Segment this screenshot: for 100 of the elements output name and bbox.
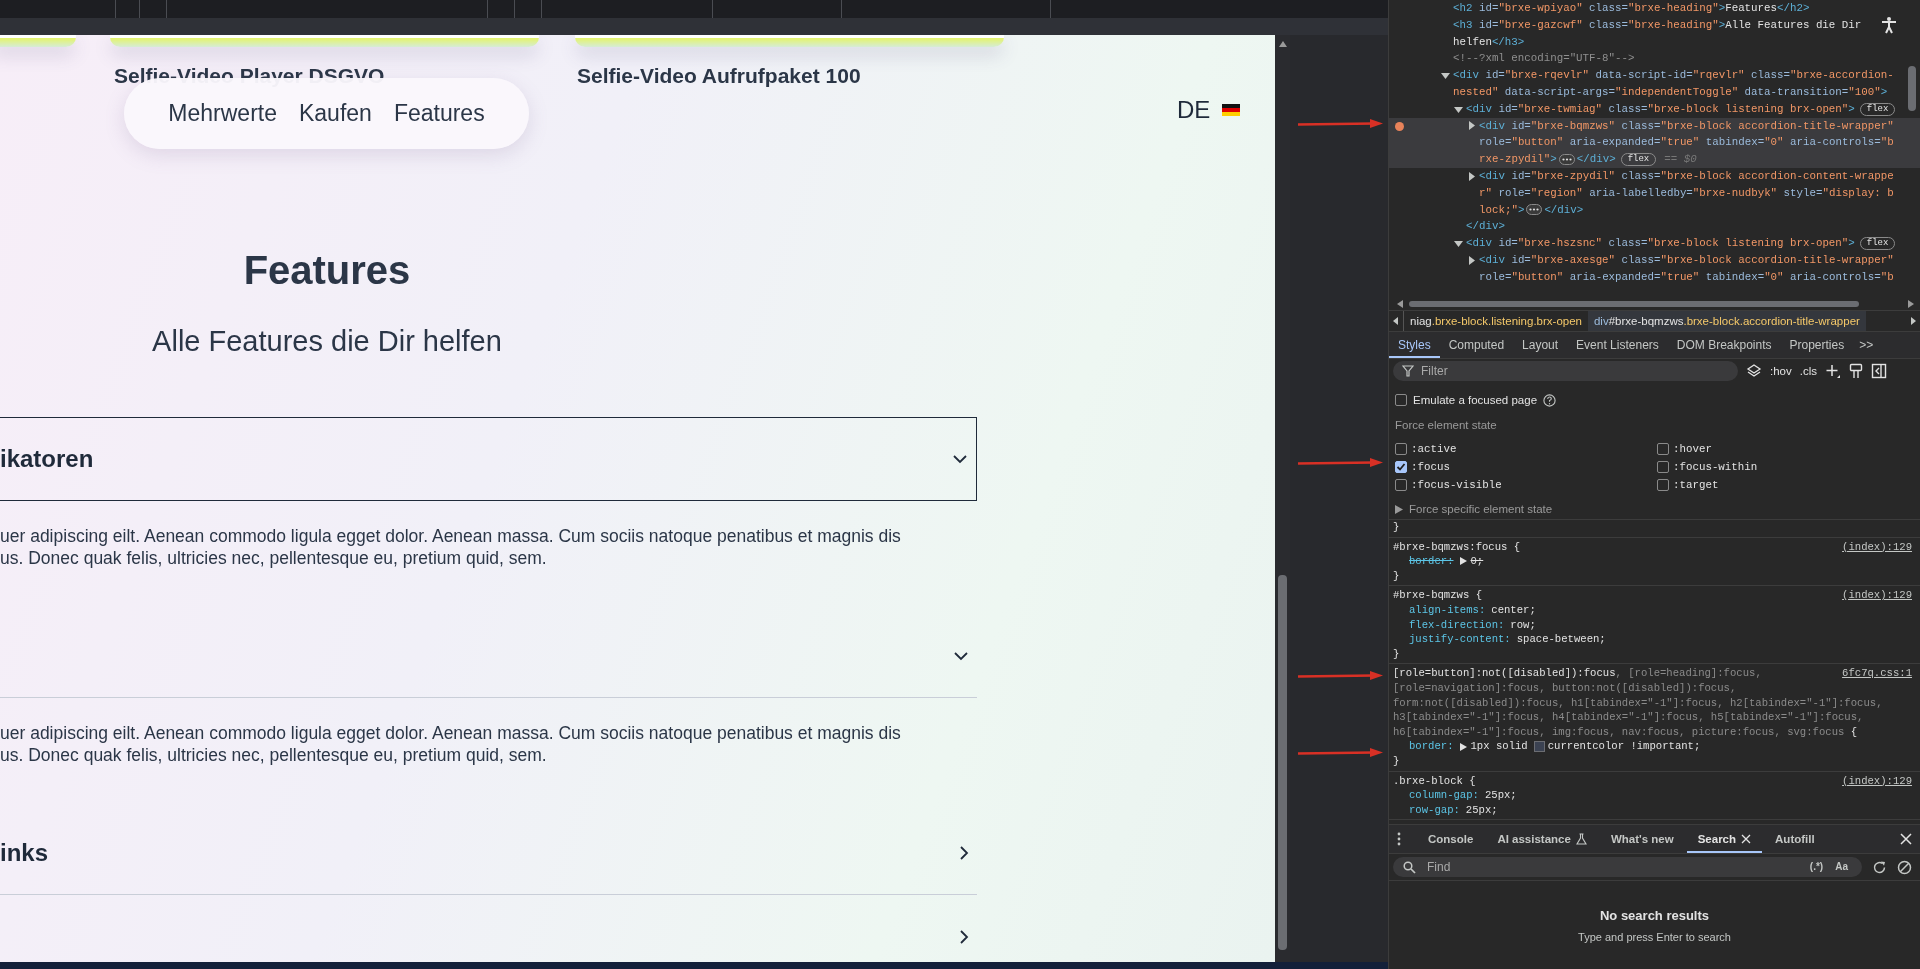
breadcrumb-item[interactable]: div#brxe-bqmzws.brxe-block.accordion-title-wrapper xyxy=(1587,311,1866,331)
source-link[interactable]: (index):129 xyxy=(1842,588,1912,603)
scrollbar[interactable] xyxy=(1275,35,1290,962)
expandable-section[interactable]: Force specific element state xyxy=(1409,503,1553,515)
code-text: </div> xyxy=(1466,219,1505,235)
checkbox[interactable] xyxy=(1657,478,1669,491)
css-selector-line: [role=button]:not([disabled]):focus, [role=heading]:focus, xyxy=(1393,666,1762,681)
css-value: space-between; xyxy=(1516,632,1606,647)
checkbox[interactable] xyxy=(1395,442,1407,455)
class-toggle[interactable]: .cls xyxy=(1799,365,1817,377)
search-icon xyxy=(1403,861,1416,874)
dom-node[interactable]: <!--?xml encoding="UTF-8"--> xyxy=(1389,50,1920,68)
drawer-tab[interactable]: Search xyxy=(1686,825,1763,853)
checkbox[interactable] xyxy=(1395,478,1407,491)
collapsed-triangle-icon[interactable] xyxy=(1395,504,1403,514)
plus-icon[interactable] xyxy=(1825,363,1841,379)
ellipsis-icon[interactable] xyxy=(1526,204,1543,216)
expanded-triangle-icon[interactable] xyxy=(1441,71,1450,81)
code-text: role="button" aria-expanded="true" tabindex="0" aria-controls="b xyxy=(1479,135,1894,151)
dom-node[interactable]: <div id="brxe-bqmzws" class="brxe-block accordion-title-wrapper" role="button" aria-expanded="true" tabindex="0" aria-controls="b rxe-zpydil"> </div> flex == $0 xyxy=(1389,117,1920,168)
collapsed-triangle-icon[interactable] xyxy=(1467,121,1476,131)
css-selector-line: h3[tabindex="-1"]:focus, h4[tabindex="-1"]:focus, h5[tabindex="-1"]:focus, xyxy=(1393,710,1864,725)
checkbox-label: :active xyxy=(1411,442,1457,455)
source-link[interactable]: (index):129 xyxy=(1842,539,1912,555)
scroll-left-icon[interactable] xyxy=(1397,300,1403,308)
expanded-triangle-icon[interactable] xyxy=(1454,239,1463,249)
drawer-tab[interactable]: What's new xyxy=(1599,825,1685,853)
dom-node[interactable]: <div id="brxe-axesge" class="brxe-block accordion-title-wrapper" role="button" aria-expanded="true" tabindex="0" aria-controls="b xyxy=(1389,251,1920,286)
panel-tab[interactable]: Properties xyxy=(1780,332,1854,358)
empty-state-hint: Type and press Enter to search xyxy=(1578,931,1731,943)
regex-toggle[interactable]: (.*) xyxy=(1809,861,1824,872)
language-switcher[interactable]: DE xyxy=(1177,96,1211,124)
accessibility-icon[interactable] xyxy=(1880,16,1898,34)
scroll-right-icon[interactable] xyxy=(1908,300,1914,308)
flask-icon xyxy=(1575,833,1587,845)
clear-icon[interactable] xyxy=(1897,859,1912,875)
css-value: row; xyxy=(1510,617,1536,633)
css-property: border: xyxy=(1409,739,1454,754)
hover-states-toggle[interactable]: :hov xyxy=(1770,365,1792,377)
nav-link[interactable]: Kaufen xyxy=(299,100,372,127)
close-icon[interactable] xyxy=(1741,834,1752,844)
chevron-down-icon xyxy=(953,650,969,661)
nav-link[interactable]: Features xyxy=(393,100,485,127)
collapsed-triangle-icon[interactable] xyxy=(1467,171,1476,181)
checkbox[interactable] xyxy=(1657,442,1669,455)
code-text: <div id="brxe-hszsnc" class="brxe-block listening brx-open"> xyxy=(1466,236,1855,252)
collapsed-triangle-icon[interactable] xyxy=(1467,255,1476,265)
paint-roller-icon[interactable] xyxy=(1849,363,1863,379)
color-swatch[interactable] xyxy=(1533,741,1545,753)
drawer-tab[interactable]: Console xyxy=(1417,825,1485,853)
refresh-icon[interactable] xyxy=(1872,859,1887,875)
source-link[interactable]: 6fc7q.css:1 xyxy=(1842,666,1912,681)
dom-node[interactable]: <div id="brxe-rqevlr" data-script-id="rqevlr" class="brxe-accordion- nested" data-script-args="independentToggle" data-transition="100"> xyxy=(1389,67,1920,101)
dom-node[interactable]: <h2 id="brxe-wpiyao" class="brxe-heading">Features</h2> xyxy=(1389,0,1920,17)
section-heading: Features xyxy=(242,247,412,293)
panel-tab[interactable]: Styles xyxy=(1389,332,1440,358)
ellipsis-icon[interactable] xyxy=(1558,154,1575,166)
checkbox[interactable] xyxy=(1395,460,1407,473)
close-icon[interactable] xyxy=(1900,833,1912,845)
expand-triangle-icon[interactable] xyxy=(1459,557,1467,566)
expanded-triangle-icon[interactable] xyxy=(1454,104,1463,114)
accordion-text: uer adipiscing eilt. Aenean commodo ligula egget dolor. Aenean massa. Cum sociis natoque penatibus et magnis dis us. Donec quak felis, ultricies nec, pellentesque eu, pretium quid, sem. xyxy=(0,722,902,766)
css-value: center; xyxy=(1491,602,1536,618)
accordion-header[interactable]: ikatoren xyxy=(0,417,977,501)
dom-node[interactable]: <div id="brxe-zpydil" class="brxe-block accordion-content-wrappe r" role="region" aria-labelledby="brxe-nudbyk" style="display: b lock;"> </div> xyxy=(1389,167,1920,219)
scroll-up-icon[interactable] xyxy=(1278,41,1287,47)
scrollbar-thumb[interactable] xyxy=(1908,66,1916,111)
filter-field[interactable]: Filter xyxy=(1393,361,1738,381)
scrollbar-thumb[interactable] xyxy=(1278,575,1287,950)
nav-link[interactable]: Mehrwerte xyxy=(168,100,277,127)
layers-icon[interactable] xyxy=(1746,363,1762,379)
more-tabs-button[interactable]: >> xyxy=(1853,332,1880,358)
checkbox[interactable] xyxy=(1657,460,1669,473)
empty-state-title: No search results xyxy=(1599,908,1710,923)
scrollbar-thumb[interactable] xyxy=(1409,301,1859,307)
drawer-tab[interactable]: Autofill xyxy=(1764,825,1826,853)
product-title[interactable]: Selfie-Video Aufrufpaket 100 xyxy=(577,64,861,87)
dom-node[interactable]: </div> xyxy=(1389,218,1920,236)
sidebar-toggle-icon[interactable] xyxy=(1871,363,1887,379)
checkbox[interactable] xyxy=(1395,394,1407,406)
panel-tab[interactable]: DOM Breakpoints xyxy=(1667,332,1781,358)
source-link[interactable]: (index):129 xyxy=(1842,773,1912,789)
dom-node[interactable]: <div id="brxe-hszsnc" class="brxe-block listening brx-open"> flex xyxy=(1389,235,1920,252)
code-text: <div id="brxe-twmiag" class="brxe-block listening brx-open"> xyxy=(1466,101,1855,117)
help-icon[interactable] xyxy=(1543,393,1557,407)
css-selector-line: [role=navigation]:focus, button:not([disabled]):focus, xyxy=(1393,680,1737,696)
css-selector-line: #brxe-bqmzws:focus { xyxy=(1393,539,1521,555)
panel-tab[interactable]: Computed xyxy=(1439,332,1514,358)
match-case-toggle[interactable]: Aa xyxy=(1835,861,1848,872)
accordion-header[interactable]: inks xyxy=(0,811,977,895)
product-title[interactable]: Selfie-Video Player DSGVO xyxy=(114,64,385,87)
drawer-tab[interactable]: AI assistance xyxy=(1486,825,1598,853)
expand-triangle-icon[interactable] xyxy=(1459,742,1467,751)
breadcrumb-item[interactable]: niag.brxe-block.listening.brx-open xyxy=(1404,311,1588,331)
panel-tab[interactable]: Event Listeners xyxy=(1567,332,1668,358)
menu-icon[interactable] xyxy=(1397,832,1401,846)
dom-node[interactable]: <div id="brxe-twmiag" class="brxe-block listening brx-open"> flex xyxy=(1389,100,1920,118)
panel-tab[interactable]: Layout xyxy=(1513,332,1568,358)
checkbox-label: :target xyxy=(1673,478,1719,491)
dom-node[interactable]: <h3 id="brxe-gazcwf" class="brxe-heading">Alle Features die Dir helfen</h3> xyxy=(1389,16,1920,51)
